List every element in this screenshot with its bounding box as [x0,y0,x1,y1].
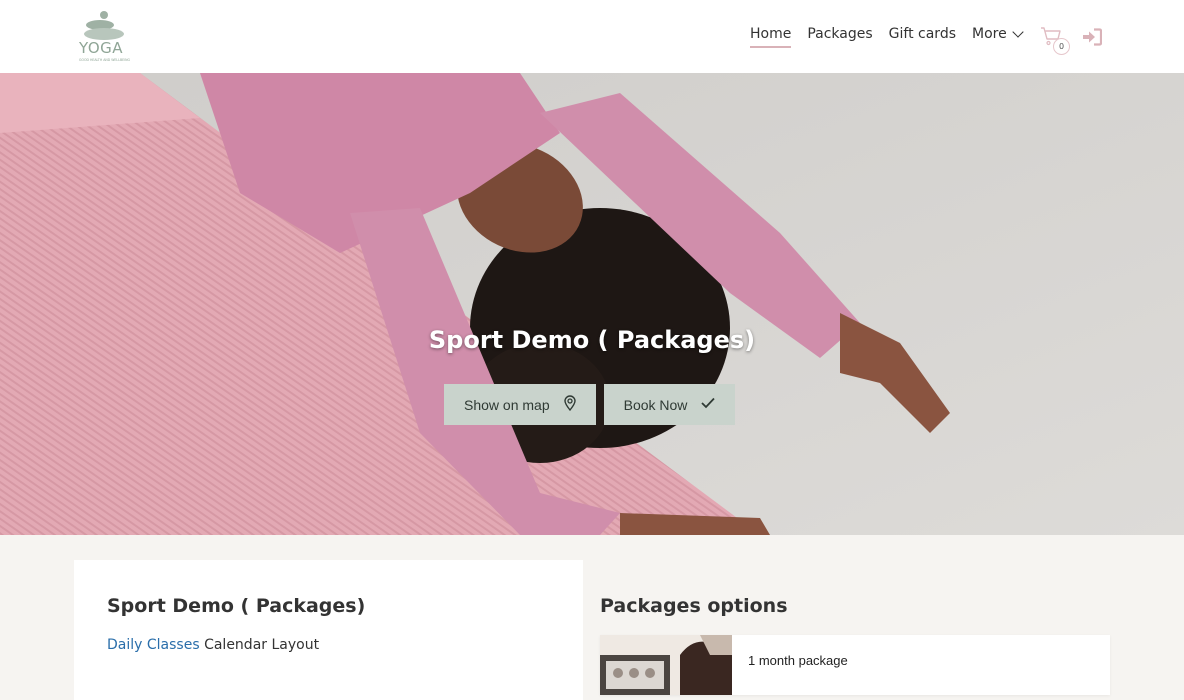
check-icon [701,396,716,413]
package-name: 1 month package [748,653,848,668]
cart-button[interactable]: 0 [1040,26,1070,56]
chevron-down-icon [1012,25,1024,38]
yoga-logo[interactable]: YOGA GOOD HEALTH AND WELLBEING [78,10,134,64]
svg-text:GOOD HEALTH AND WELLBEING: GOOD HEALTH AND WELLBEING [79,58,131,62]
nav-more-label: More [972,26,1007,42]
event-category-line: Daily Classes Calendar Layout [107,637,319,653]
nav-gift-cards[interactable]: Gift cards [889,26,956,48]
hero-image [0,73,1184,535]
package-item[interactable]: 1 month package [600,635,1110,695]
nav-home[interactable]: Home [750,26,792,48]
show-on-map-button[interactable]: Show on map [444,384,596,425]
map-marker-icon [563,394,576,415]
site-header: YOGA GOOD HEALTH AND WELLBEING Home Pack… [0,0,1184,73]
sign-in-icon[interactable] [1082,28,1103,46]
daily-classes-link[interactable]: Daily Classes [107,637,200,653]
event-info-card: Sport Demo ( Packages) Daily Classes Cal… [74,560,583,700]
cart-count-badge: 0 [1053,38,1070,55]
hero-actions: Show on map Book Now [444,384,736,425]
event-title: Sport Demo ( Packages) [107,595,366,617]
packages-options-heading: Packages options [600,595,788,617]
main-nav: Home Packages Gift cards More [750,25,1038,48]
package-thumbnail [600,635,732,695]
calendar-layout-text: Calendar Layout [204,637,320,653]
svg-text:YOGA: YOGA [78,39,123,57]
hero-title: Sport Demo ( Packages) [428,326,756,354]
nav-more[interactable]: More [972,25,1024,48]
show-on-map-label: Show on map [464,396,550,413]
hero-banner: Sport Demo ( Packages) Show on map Book … [0,73,1184,535]
nav-packages[interactable]: Packages [807,26,872,48]
book-now-label: Book Now [623,396,688,413]
book-now-button[interactable]: Book Now [603,384,736,425]
